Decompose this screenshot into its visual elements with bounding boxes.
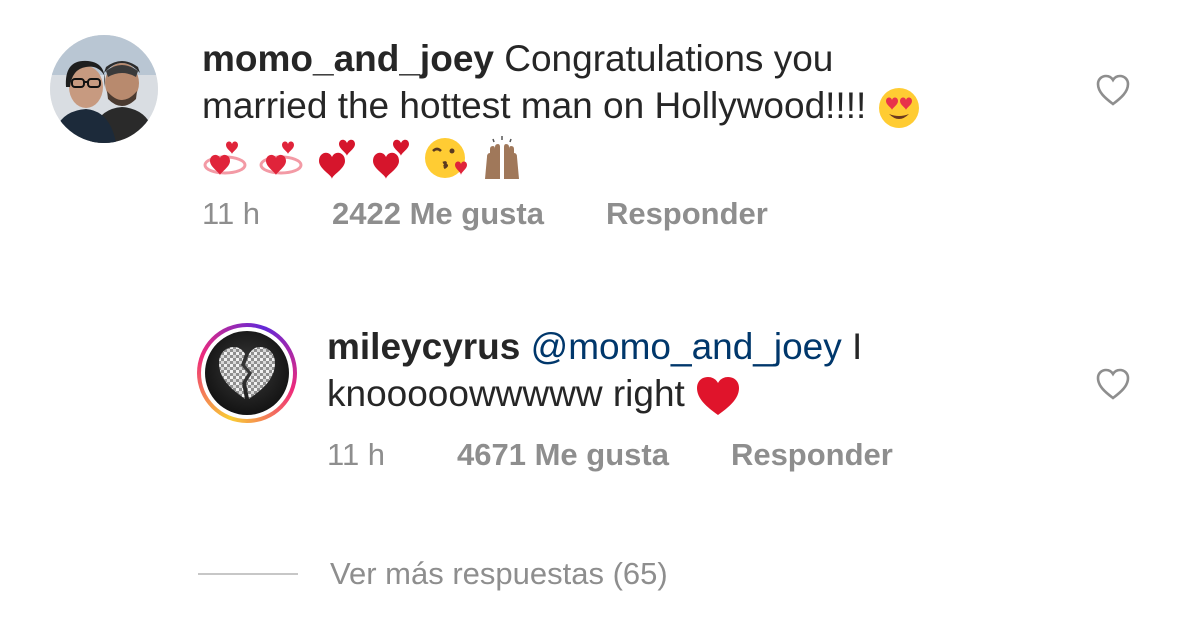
like-count[interactable]: 2422 Me gusta	[332, 196, 544, 232]
avatar[interactable]	[50, 35, 158, 143]
comment-text-line2: married the hottest man on Hollywood!!!!	[202, 85, 877, 126]
reply-username[interactable]: mileycyrus	[327, 326, 520, 367]
comment-item: momo_and_joey Congratulations you marrie…	[50, 35, 1150, 232]
like-count[interactable]: 4671 Me gusta	[457, 437, 669, 473]
red-heart-emoji-icon	[697, 377, 740, 416]
avatar	[205, 331, 289, 415]
mention-link[interactable]: @momo_and_joey	[531, 326, 842, 367]
heart-outline-icon	[1096, 368, 1130, 400]
reply-button[interactable]: Responder	[606, 196, 768, 232]
heart-eyes-emoji-icon	[878, 88, 919, 129]
emoji-row	[202, 132, 1062, 180]
kissing-heart-emoji-icon	[425, 138, 468, 179]
comment-text-line1: Congratulations you	[493, 38, 834, 79]
comment-meta: 11 h 2422 Me gusta Responder	[202, 196, 1150, 232]
two-hearts-emoji-icon	[318, 140, 355, 180]
revolving-hearts-emoji-icon	[259, 141, 303, 176]
broken-disco-heart-icon	[219, 347, 275, 399]
reply-meta: 11 h 4671 Me gusta Responder	[327, 437, 1157, 473]
reply-button[interactable]: Responder	[731, 437, 893, 473]
reply-text-line2: knooooowwwww right	[327, 373, 696, 414]
avatar-story-ring[interactable]	[197, 323, 297, 423]
heart-outline-icon	[1096, 74, 1130, 106]
divider-line	[198, 573, 298, 575]
reply-text-line1: I	[841, 326, 863, 367]
two-hearts-emoji-icon	[372, 140, 409, 180]
avatar-ring-gap	[201, 327, 293, 419]
view-more-replies[interactable]: Ver más respuestas (65)	[198, 556, 668, 592]
like-button[interactable]	[1093, 70, 1133, 110]
revolving-hearts-emoji-icon	[203, 141, 247, 176]
comment-text: momo_and_joey Congratulations you marrie…	[202, 35, 1062, 180]
raised-hands-emoji-icon	[485, 136, 520, 180]
reply-item: mileycyrus @momo_and_joey I knooooowwwww…	[197, 323, 1157, 473]
reply-body: mileycyrus @momo_and_joey I knooooowwwww…	[327, 323, 1157, 473]
comment-time: 11 h	[202, 196, 261, 232]
comment-username[interactable]: momo_and_joey	[202, 38, 494, 79]
comment-body: momo_and_joey Congratulations you marrie…	[202, 35, 1150, 232]
view-more-replies-label[interactable]: Ver más respuestas (65)	[330, 556, 668, 592]
reply-time: 11 h	[327, 437, 386, 473]
reply-text: mileycyrus @momo_and_joey I knooooowwwww…	[327, 323, 947, 417]
like-button[interactable]	[1093, 364, 1133, 404]
profile-photo-icon	[50, 35, 158, 143]
